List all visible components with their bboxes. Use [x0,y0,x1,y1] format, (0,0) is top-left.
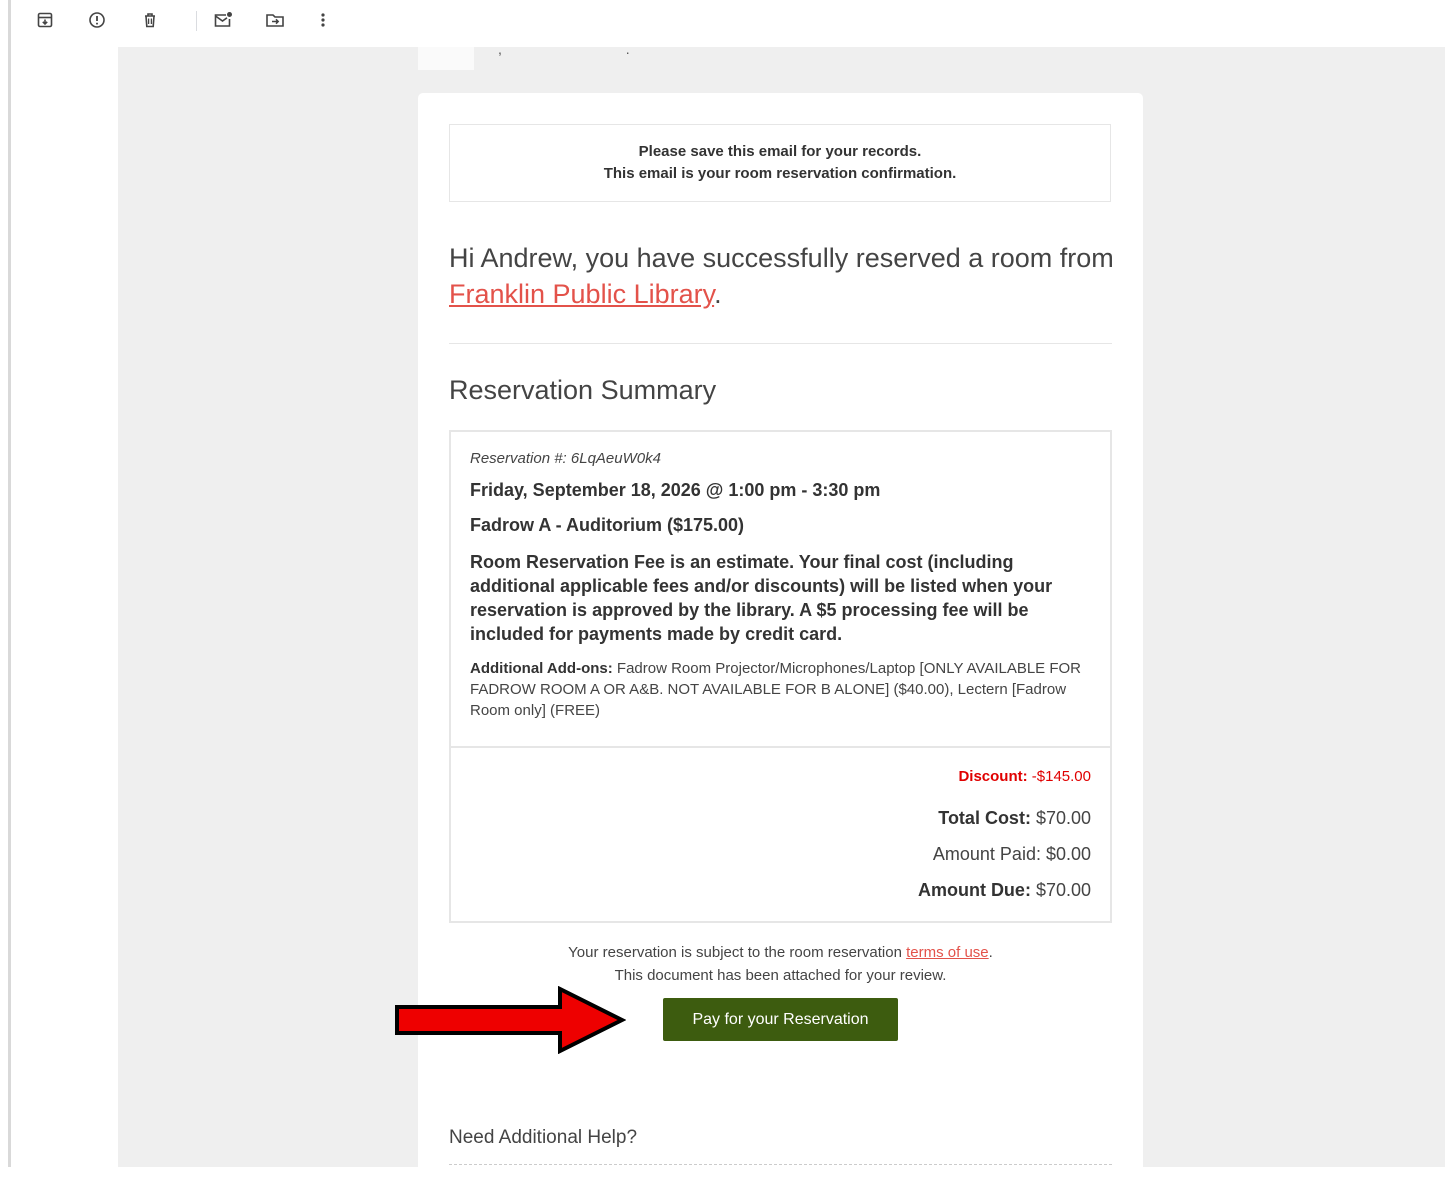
toolbar-separator [196,11,197,31]
move-to-icon[interactable] [265,10,285,30]
amount-paid-line: Amount Paid: $0.00 [932,844,1091,864]
due-value: $70.00 [1030,880,1091,900]
fee-estimate-note: Room Reservation Fee is an estimate. You… [470,552,1053,644]
addons-label: Additional Add-ons: [470,660,613,677]
total-value: $70.00 [1030,808,1091,828]
terms-end: . [988,944,993,961]
reservation-room: Fadrow A - Auditorium ($175.00) [470,515,745,535]
terms-line-1: Your reservation is subject to the room … [449,941,1112,964]
help-heading: Need Additional Help? [449,1127,638,1148]
report-spam-icon[interactable] [87,10,107,30]
terms-line-2: This document has been attached for your… [614,967,947,984]
help-divider [449,1164,1112,1165]
reservation-details-box: Reservation #: 6LqAeuW0k4 Friday, Septem… [449,430,1112,923]
terms-text: Your reservation is subject to the room … [568,944,907,961]
library-link[interactable]: Franklin Public Library [449,279,714,309]
reservation-info: Reservation #: 6LqAeuW0k4 Friday, Septem… [470,450,1095,721]
cost-divider [451,746,1110,748]
terms-notice: Your reservation is subject to the room … [449,941,1112,987]
discount-value: -$145.00 [1027,768,1091,785]
records-notice: Please save this email for your records.… [449,124,1111,202]
header-logo-stub [418,47,474,70]
discount-label: Discount: [958,768,1028,785]
due-label: Amount Due: [917,880,1031,900]
greeting-end: . [714,279,722,309]
email-canvas: , . Please save this email for your reco… [118,41,1445,1183]
reservation-datetime: Friday, September 18, 2026 @ 1:00 pm - 3… [470,480,881,500]
reservation-number: Reservation #: 6LqAeuW0k4 [470,450,661,467]
notice-line-1: Please save this email for your records. [638,143,922,160]
delete-icon[interactable] [140,10,160,30]
total-cost-line: Total Cost: $70.00 [938,808,1091,829]
more-options-icon[interactable] [313,10,333,30]
notice-line-2: This email is your room reservation conf… [603,165,957,182]
greeting-heading: Hi Andrew, you have successfully reserve… [449,240,1114,312]
total-label: Total Cost: [938,808,1031,828]
discount-line: Discount: -$145.00 [958,768,1091,785]
terms-of-use-link[interactable]: terms of use [906,944,989,961]
red-arrow-icon [395,986,626,1054]
window-edge [8,0,11,1167]
greeting-text: Hi Andrew, you have successfully reserve… [449,243,1114,273]
amount-due-line: Amount Due: $70.00 [918,880,1091,901]
archive-icon[interactable] [35,10,55,30]
header-fragment-marks: , . [498,41,690,57]
pay-reservation-button[interactable]: Pay for your Reservation [663,998,898,1041]
mail-toolbar [11,0,1445,47]
mark-unread-icon[interactable] [213,10,233,30]
section-divider [449,343,1112,344]
summary-title: Reservation Summary [449,375,717,405]
additional-addons: Additional Add-ons: Fadrow Room Projecto… [470,658,1095,721]
